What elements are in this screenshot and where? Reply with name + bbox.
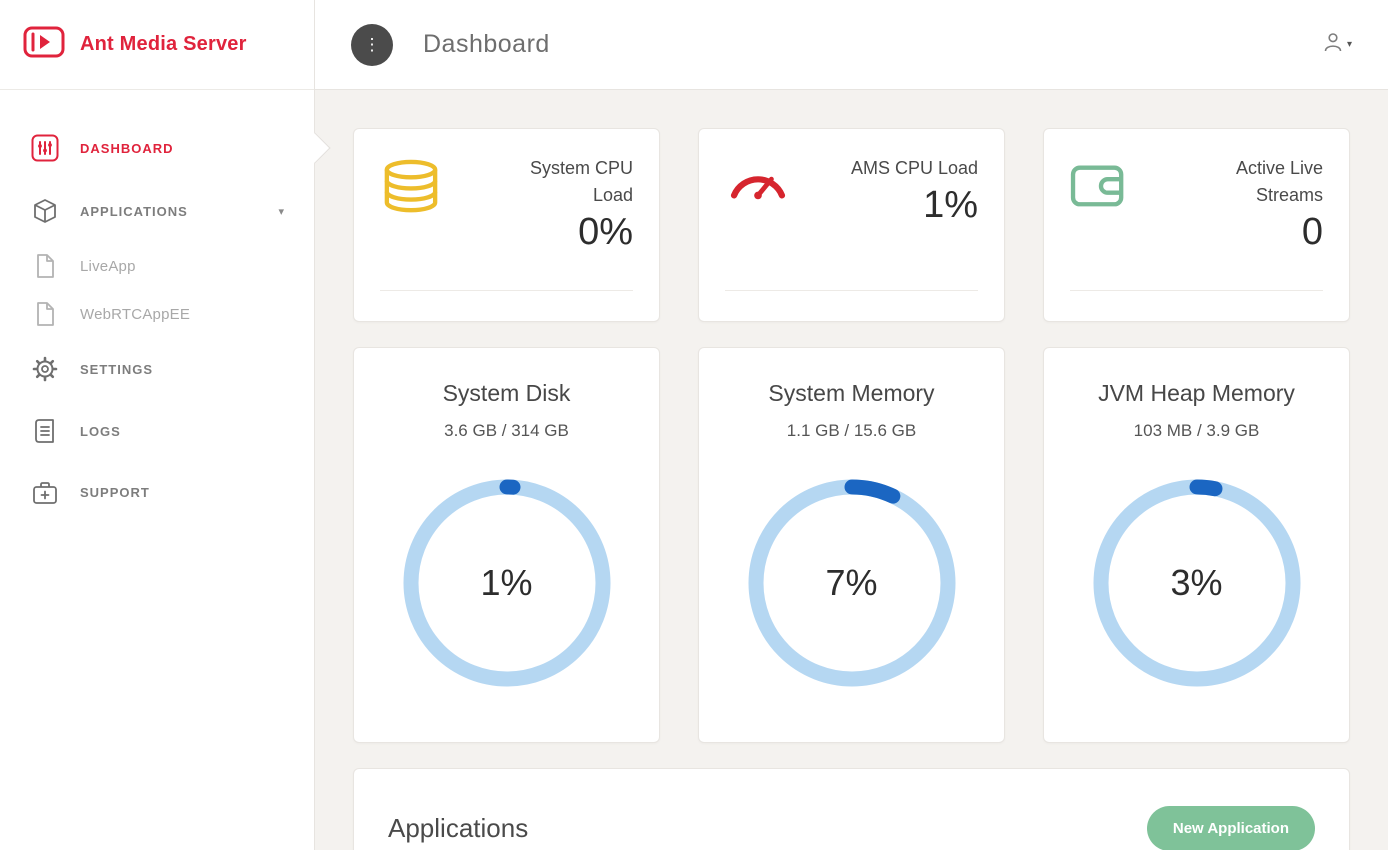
gauge-title: System Memory	[719, 380, 984, 407]
new-application-button[interactable]: New Application	[1147, 806, 1315, 850]
gauge-card-jvm-heap: JVM Heap Memory 103 MB / 3.9 GB 3%	[1043, 347, 1350, 743]
gauge-subtitle: 103 MB / 3.9 GB	[1064, 421, 1329, 441]
brand[interactable]: Ant Media Server	[0, 0, 314, 90]
stat-label: Active Live Streams	[1191, 155, 1323, 209]
vertical-ellipsis-icon: ⋮	[364, 36, 381, 53]
gauge-title: JVM Heap Memory	[1064, 380, 1329, 407]
applications-title: Applications	[388, 813, 528, 844]
dashboard-content: System CPU Load 0%	[315, 90, 1388, 850]
stat-card-ams-cpu: AMS CPU Load 1%	[698, 128, 1005, 322]
card-divider	[380, 290, 633, 291]
sidebar-item-webrtcappee[interactable]: WebRTCAppEE	[0, 290, 314, 338]
stat-card-system-cpu: System CPU Load 0%	[353, 128, 660, 322]
wallet-icon	[1070, 159, 1130, 216]
first-aid-icon	[30, 480, 60, 505]
sidebar-item-logs[interactable]: LOGS	[0, 400, 314, 462]
ant-media-logo-icon	[22, 22, 66, 67]
dashboard-equalizer-icon	[30, 134, 60, 162]
menu-toggle-button[interactable]: ⋮	[351, 24, 393, 66]
sidebar-item-liveapp[interactable]: LiveApp	[0, 242, 314, 290]
gauge-cards-row: System Disk 3.6 GB / 314 GB 1% System Me…	[353, 347, 1350, 743]
stat-value: 0	[1191, 211, 1323, 254]
donut-chart: 3%	[1093, 479, 1301, 687]
donut-percent-label: 7%	[748, 479, 956, 687]
donut-chart: 7%	[748, 479, 956, 687]
database-icon	[380, 159, 442, 220]
topbar: ⋮ Dashboard ▾	[315, 0, 1388, 90]
gauge-title: System Disk	[374, 380, 639, 407]
stat-value: 0%	[501, 211, 633, 254]
brand-name: Ant Media Server	[80, 33, 247, 56]
document-lines-icon	[30, 418, 60, 444]
sidebar-item-applications[interactable]: APPLICATIONS ▾	[0, 180, 314, 242]
file-icon	[30, 253, 60, 279]
sidebar-item-label: WebRTCAppEE	[80, 306, 190, 323]
stat-cards-row: System CPU Load 0%	[353, 128, 1350, 322]
card-divider	[725, 290, 978, 291]
gauge-subtitle: 1.1 GB / 15.6 GB	[719, 421, 984, 441]
caret-down-icon: ▾	[278, 205, 284, 218]
gauge-icon	[725, 159, 791, 210]
stat-label: System CPU Load	[501, 155, 633, 209]
sidebar-item-label: LOGS	[80, 424, 121, 439]
stat-card-active-streams: Active Live Streams 0	[1043, 128, 1350, 322]
user-menu-button[interactable]: ▾	[1322, 31, 1352, 58]
card-divider	[1070, 290, 1323, 291]
donut-chart: 1%	[403, 479, 611, 687]
sidebar-item-label: SETTINGS	[80, 362, 153, 377]
donut-percent-label: 1%	[403, 479, 611, 687]
applications-section: Applications New Application	[353, 768, 1350, 850]
app-root: Ant Media Server DASHBOARD	[0, 0, 1388, 850]
sidebar-item-label: LiveApp	[80, 258, 136, 275]
person-icon	[1322, 31, 1344, 58]
sidebar-item-label: SUPPORT	[80, 485, 150, 500]
page-title: Dashboard	[423, 30, 550, 59]
gear-icon	[30, 356, 60, 382]
gauge-card-system-memory: System Memory 1.1 GB / 15.6 GB 7%	[698, 347, 1005, 743]
caret-down-icon: ▾	[1347, 39, 1352, 50]
sidebar: Ant Media Server DASHBOARD	[0, 0, 315, 850]
gauge-card-system-disk: System Disk 3.6 GB / 314 GB 1%	[353, 347, 660, 743]
gauge-subtitle: 3.6 GB / 314 GB	[374, 421, 639, 441]
sidebar-item-label: APPLICATIONS	[80, 204, 188, 219]
donut-percent-label: 3%	[1093, 479, 1301, 687]
main-area: ⋮ Dashboard ▾	[315, 0, 1388, 850]
package-icon	[30, 198, 60, 224]
stat-value: 1%	[851, 184, 978, 227]
stat-label: AMS CPU Load	[851, 155, 978, 182]
sidebar-item-settings[interactable]: SETTINGS	[0, 338, 314, 400]
sidebar-item-dashboard[interactable]: DASHBOARD	[0, 116, 314, 180]
file-icon	[30, 301, 60, 327]
sidebar-item-support[interactable]: SUPPORT	[0, 462, 314, 523]
sidebar-item-label: DASHBOARD	[80, 141, 174, 156]
sidebar-menu: DASHBOARD APPLICATIONS ▾	[0, 90, 314, 523]
